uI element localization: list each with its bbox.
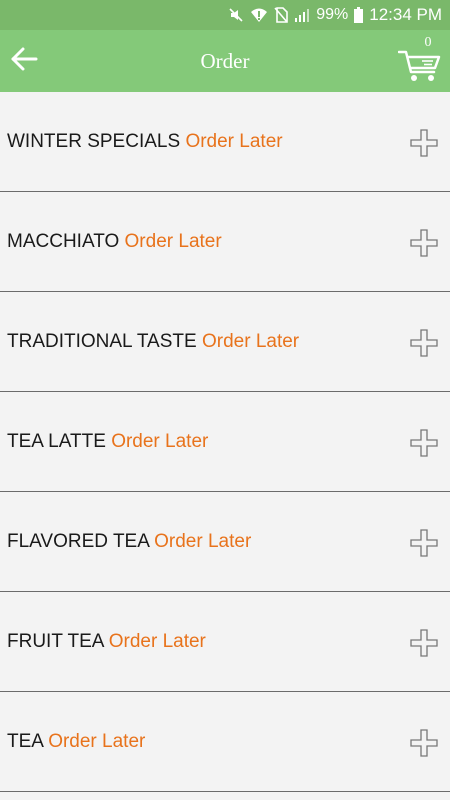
clock: 12:34 PM (369, 5, 442, 24)
status-bar: 99% 12:34 PM (0, 0, 450, 30)
category-row[interactable]: MACCHIATO Order Later (0, 192, 450, 292)
order-later-label: Order Later (124, 231, 222, 252)
mute-icon (228, 0, 244, 30)
category-row[interactable]: FRUIT TEA Order Later (0, 592, 450, 692)
wifi-icon (250, 0, 268, 30)
category-name: FLAVORED TEA (7, 531, 149, 552)
battery-icon (354, 0, 364, 30)
category-label: MACCHIATO Order Later (7, 231, 222, 253)
order-later-label: Order Later (154, 531, 252, 552)
category-row[interactable]: TEA LATTE Order Later (0, 392, 450, 492)
category-label: TEA LATTE Order Later (7, 431, 208, 453)
category-name: TEA (7, 731, 43, 752)
back-button[interactable] (4, 41, 44, 81)
category-name: TRADITIONAL TASTE (7, 331, 197, 352)
category-label: TRADITIONAL TASTE Order Later (7, 331, 299, 353)
plus-icon[interactable] (410, 729, 438, 757)
category-label: WINTER SPECIALS Order Later (7, 131, 283, 153)
category-row[interactable]: TEA Order Later (0, 692, 450, 792)
category-label: FRUIT TEA Order Later (7, 631, 206, 653)
no-sim-icon (274, 0, 289, 30)
plus-icon[interactable] (410, 529, 438, 557)
category-row[interactable]: TRADITIONAL TASTE Order Later (0, 292, 450, 392)
category-name: WINTER SPECIALS (7, 131, 181, 152)
order-later-label: Order Later (48, 731, 146, 752)
category-name: MACCHIATO (7, 231, 120, 252)
signal-icon (294, 0, 310, 30)
category-name: FRUIT TEA (7, 631, 104, 652)
page-title: Order (200, 49, 250, 73)
plus-icon[interactable] (410, 229, 438, 257)
arrow-left-icon (10, 47, 38, 76)
category-row[interactable]: FLAVORED TEA Order Later (0, 492, 450, 592)
category-label: FLAVORED TEA Order Later (7, 531, 251, 553)
category-list: WINTER SPECIALS Order Later MACCHIATO Or… (0, 92, 450, 792)
plus-icon[interactable] (410, 629, 438, 657)
battery-percent: 99% (316, 6, 349, 23)
order-later-label: Order Later (201, 331, 300, 352)
plus-icon[interactable] (410, 329, 438, 357)
plus-icon[interactable] (410, 429, 438, 457)
cart-button[interactable]: 0 (398, 35, 444, 86)
order-later-label: Order Later (108, 631, 206, 652)
category-row[interactable]: WINTER SPECIALS Order Later (0, 92, 450, 192)
order-later-label: Order Later (111, 431, 209, 452)
category-label: TEA Order Later (7, 731, 145, 753)
category-name: TEA LATTE (7, 431, 106, 452)
app-bar: Order 0 (0, 30, 450, 92)
order-later-label: Order Later (185, 131, 283, 152)
plus-icon[interactable] (410, 129, 438, 157)
